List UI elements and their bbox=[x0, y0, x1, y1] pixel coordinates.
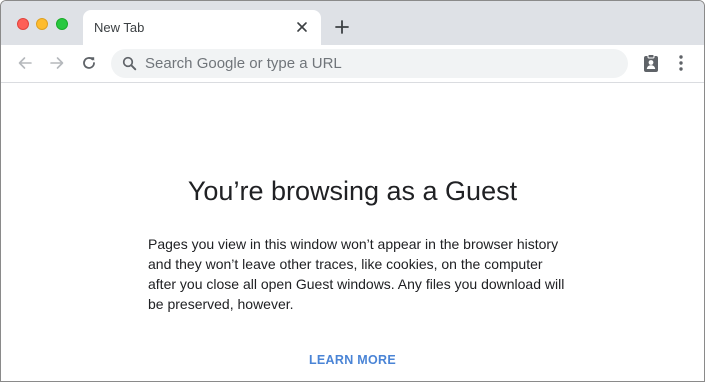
plus-icon[interactable] bbox=[333, 18, 351, 36]
arrow-right-icon[interactable] bbox=[48, 54, 66, 72]
window-maximize-button[interactable] bbox=[56, 18, 68, 30]
guest-page: You’re browsing as a Guest Pages you vie… bbox=[1, 83, 704, 381]
tab-title: New Tab bbox=[94, 20, 145, 35]
arrow-left-icon[interactable] bbox=[16, 54, 34, 72]
reload-icon[interactable] bbox=[80, 54, 98, 72]
guest-profile-icon[interactable] bbox=[641, 53, 661, 73]
learn-more-link[interactable]: LEARN MORE bbox=[309, 353, 396, 367]
search-icon bbox=[122, 56, 137, 71]
more-vert-icon[interactable] bbox=[674, 53, 688, 73]
guest-description: Pages you view in this window won’t appe… bbox=[148, 236, 565, 312]
window-close-button[interactable] bbox=[17, 18, 29, 30]
close-icon[interactable] bbox=[295, 20, 309, 34]
tab-new-tab[interactable]: New Tab bbox=[83, 10, 321, 45]
learn-more-container: LEARN MORE bbox=[1, 353, 704, 367]
tab-strip: New Tab bbox=[1, 1, 704, 45]
page-title: You’re browsing as a Guest bbox=[187, 176, 518, 206]
toolbar bbox=[1, 45, 704, 83]
address-bar-input[interactable] bbox=[145, 49, 615, 78]
omnibox[interactable] bbox=[111, 49, 628, 78]
window-minimize-button[interactable] bbox=[36, 18, 48, 30]
browser-window: New Tab Search Google or type a URL You’… bbox=[0, 0, 705, 382]
